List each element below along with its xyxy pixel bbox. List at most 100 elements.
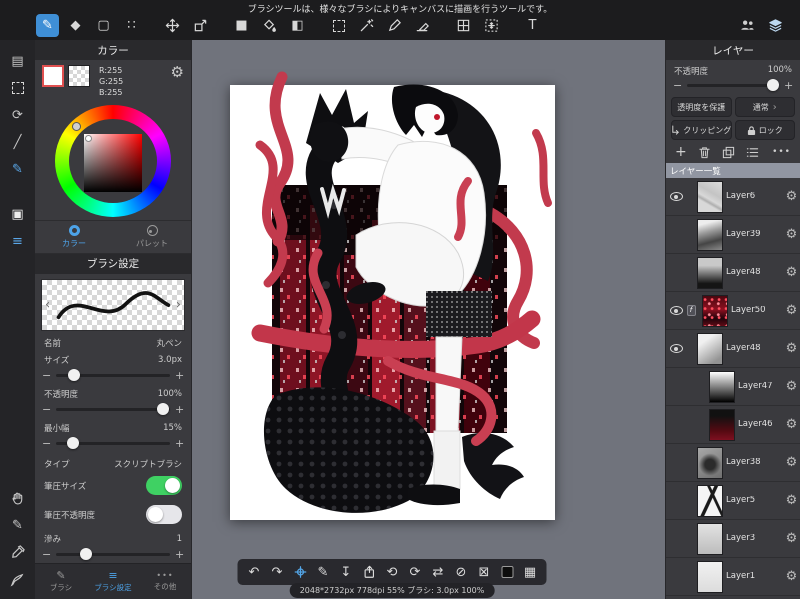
layer-opacity-slider[interactable]: − + xyxy=(666,77,800,94)
layer-settings-gear-icon[interactable]: ⚙ xyxy=(783,418,800,431)
layer-row[interactable]: Layer48 ⚙ xyxy=(666,330,800,368)
size-minus-icon[interactable]: − xyxy=(42,370,51,381)
snap-brush-button[interactable]: ✎ xyxy=(7,158,29,180)
min-width-slider-knob[interactable] xyxy=(67,437,80,449)
layer-thumbnail[interactable] xyxy=(697,560,723,593)
min-width-slider-track[interactable] xyxy=(56,437,170,449)
rotate-cw-button[interactable]: ⟳ xyxy=(404,561,427,584)
materials-button[interactable]: ≡ xyxy=(7,230,29,252)
tab-brush[interactable]: ✎ ブラシ xyxy=(35,564,87,599)
layer-settings-gear-icon[interactable]: ⚙ xyxy=(783,266,800,279)
pen-select-tool-button[interactable] xyxy=(383,14,406,37)
brush-preview[interactable]: ‹ › xyxy=(41,278,185,331)
layer-row[interactable]: Layer46 ⚙ xyxy=(666,406,800,444)
layer-settings-gear-icon[interactable]: ⚙ xyxy=(783,570,800,583)
selection-button[interactable] xyxy=(7,77,29,99)
snap-button[interactable] xyxy=(289,561,312,584)
color-wheel[interactable] xyxy=(55,104,171,217)
clear-button[interactable]: ⊠ xyxy=(473,561,496,584)
layer-row[interactable]: Layer47 ⚙ xyxy=(666,368,800,406)
ruler-button[interactable]: ╱ xyxy=(7,131,29,153)
select-rect-tool-button[interactable] xyxy=(327,14,350,37)
layer-settings-gear-icon[interactable]: ⚙ xyxy=(783,304,800,317)
layer-row[interactable]: Layer38 ⚙ xyxy=(666,444,800,482)
wand-select-tool-button[interactable] xyxy=(355,14,378,37)
secondary-color-swatch[interactable] xyxy=(68,65,90,87)
save-button[interactable]: ↧ xyxy=(335,561,358,584)
duplicate-layer-button[interactable] xyxy=(722,146,735,159)
clipping-button[interactable]: クリッピング xyxy=(671,120,732,140)
protect-alpha-button[interactable]: 透明度を保護 xyxy=(671,97,732,117)
flip-button[interactable]: ⇄ xyxy=(427,561,450,584)
community-button[interactable] xyxy=(736,14,759,37)
move-tool-button[interactable] xyxy=(161,14,184,37)
layer-row[interactable]: Layer39 ⚙ xyxy=(666,216,800,254)
layer-thumbnail[interactable] xyxy=(697,256,723,289)
export-button[interactable] xyxy=(358,561,381,584)
layer-settings-gear-icon[interactable]: ⚙ xyxy=(783,228,800,241)
saturation-value-square[interactable] xyxy=(84,133,142,192)
layer-settings-gear-icon[interactable]: ⚙ xyxy=(783,494,800,507)
layer-thumbnail[interactable] xyxy=(709,408,735,441)
brush-tool-button[interactable]: ✎ xyxy=(36,14,59,37)
layer-list-button[interactable] xyxy=(746,146,759,159)
layer-settings-gear-icon[interactable]: ⚙ xyxy=(783,456,800,469)
layer-settings-gear-icon[interactable]: ⚙ xyxy=(783,532,800,545)
size-slider-knob[interactable] xyxy=(68,369,81,381)
layer-row[interactable]: Layer5 ⚙ xyxy=(666,482,800,520)
tab-other[interactable]: ••• その他 xyxy=(139,564,191,599)
grid-button[interactable]: ▦ xyxy=(519,561,542,584)
min-width-minus-icon[interactable]: − xyxy=(42,438,51,449)
min-width-plus-icon[interactable]: + xyxy=(175,438,184,449)
size-slider-track[interactable] xyxy=(56,369,170,381)
bleed-slider[interactable]: − + xyxy=(35,546,191,563)
reset-view-button[interactable]: ⟳ xyxy=(7,104,29,126)
bleed-plus-icon[interactable]: + xyxy=(175,549,184,560)
delete-layer-button[interactable] xyxy=(698,146,711,159)
primary-color-swatch[interactable] xyxy=(42,65,64,87)
layer-thumbnail[interactable] xyxy=(697,218,723,251)
layer-opacity-slider-track[interactable] xyxy=(687,79,780,91)
opacity-slider-knob[interactable] xyxy=(157,403,170,415)
fill-rect-tool-button[interactable]: ■ xyxy=(230,14,253,37)
panel-divide-tool-button[interactable] xyxy=(452,14,475,37)
undo-button[interactable]: ↶ xyxy=(243,561,266,584)
next-brush-arrow[interactable]: › xyxy=(176,298,181,311)
brush-edge-button[interactable] xyxy=(7,568,29,590)
sv-cursor[interactable] xyxy=(85,134,92,142)
layer-row[interactable]: Layer3 ⚙ xyxy=(666,520,800,558)
gradient-tool-button[interactable]: ◧ xyxy=(286,14,309,37)
bleed-slider-track[interactable] xyxy=(56,548,170,560)
size-plus-icon[interactable]: + xyxy=(175,370,184,381)
layer-opacity-slider-knob[interactable] xyxy=(767,79,780,91)
tab-palette[interactable]: パレット xyxy=(113,221,191,253)
tab-brush-settings[interactable]: ≡ ブラシ設定 xyxy=(87,564,139,599)
hand-tool-button[interactable] xyxy=(7,487,29,509)
eraser-tool-button[interactable]: ◆ xyxy=(64,14,87,37)
stylus-button[interactable]: ✎ xyxy=(7,514,29,536)
layer-row[interactable]: Layer1 ⚙ xyxy=(666,558,800,596)
dot-tool-button[interactable]: ∷ xyxy=(120,14,143,37)
tone-button[interactable]: ▣ xyxy=(7,203,29,225)
bleed-minus-icon[interactable]: − xyxy=(42,549,51,560)
layer-thumbnail[interactable] xyxy=(697,446,723,479)
eraser-select-tool-button[interactable] xyxy=(411,14,434,37)
select-move-tool-button[interactable] xyxy=(480,14,503,37)
rotate-ccw-button[interactable]: ⟲ xyxy=(381,561,404,584)
bucket-tool-button[interactable] xyxy=(258,14,281,37)
layer-thumbnail[interactable] xyxy=(702,294,728,327)
bleed-slider-knob[interactable] xyxy=(79,548,92,560)
redo-button[interactable]: ↷ xyxy=(266,561,289,584)
layer-thumbnail[interactable] xyxy=(709,370,735,403)
transform-tool-button[interactable] xyxy=(189,14,212,37)
layer-thumbnail[interactable] xyxy=(697,484,723,517)
hue-cursor[interactable] xyxy=(72,121,81,131)
hide-selection-button[interactable]: ⊘ xyxy=(450,561,473,584)
canvas-area[interactable]: ↶ ↷ ✎ ↧ ⟲ ⟳ ⇄ ⊘ ⊠ ▦ 2048*2732px 778dpi 5… xyxy=(192,40,665,599)
layer-thumbnail[interactable] xyxy=(697,522,723,555)
layer-row[interactable]: f Layer50 ⚙ xyxy=(666,292,800,330)
layer-row[interactable]: Layer48 ⚙ xyxy=(666,254,800,292)
material-button[interactable] xyxy=(496,561,519,584)
blend-mode-button[interactable]: 通常 › xyxy=(734,97,795,117)
layer-settings-gear-icon[interactable]: ⚙ xyxy=(783,342,800,355)
